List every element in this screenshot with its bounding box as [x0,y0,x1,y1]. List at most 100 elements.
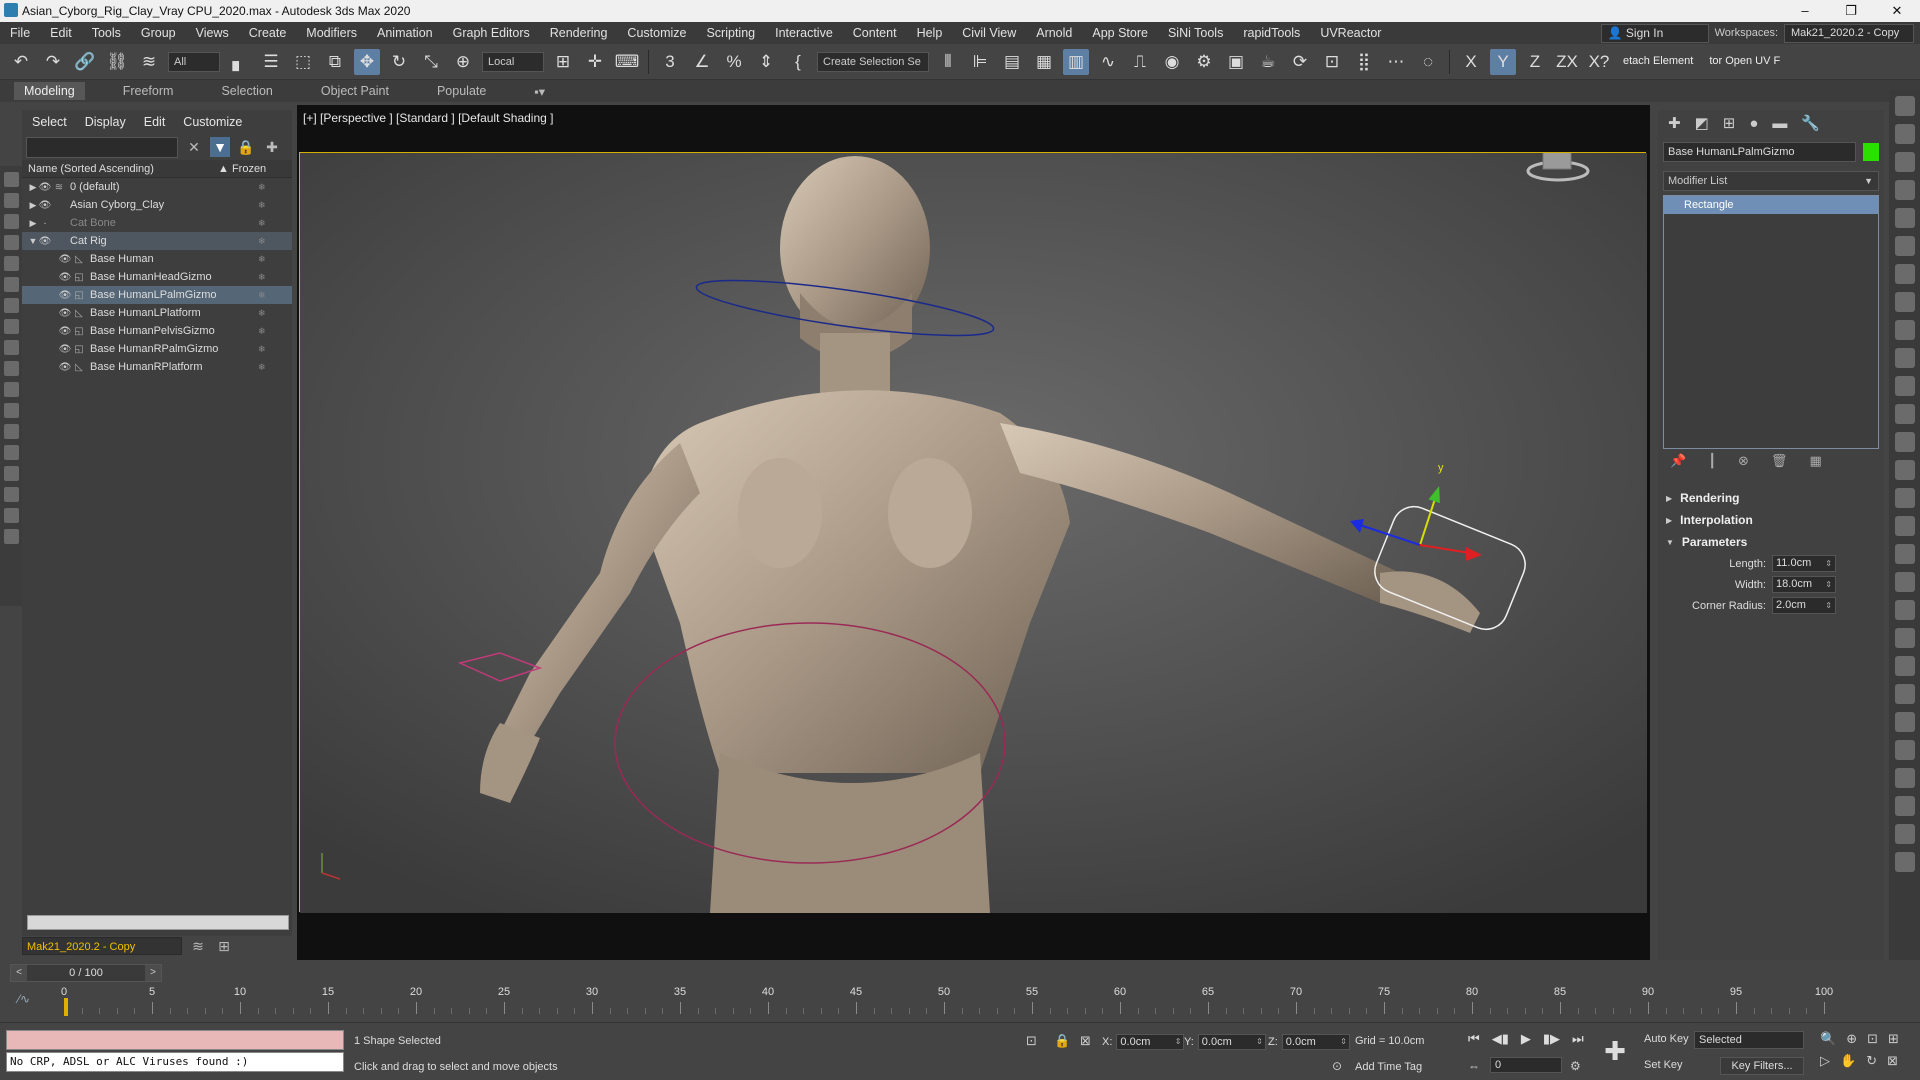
eye-icon[interactable]: 👁 [58,362,72,373]
scene-horizontal-scrollbar[interactable] [27,915,289,930]
menu-create[interactable]: Create [239,22,297,44]
add-time-tag[interactable]: Add Time Tag [1355,1061,1422,1073]
object-color-swatch[interactable] [1863,143,1879,161]
axis-zx-button[interactable]: ZX [1554,49,1580,75]
display-frozen-icon[interactable] [3,382,19,397]
sign-in-dropdown[interactable]: 👤 Sign In [1600,23,1709,43]
current-frame-field[interactable]: 0 [1490,1057,1562,1073]
link-icon[interactable]: 🔗 [72,49,98,75]
redo-icon[interactable]: ↷ [40,49,66,75]
axis-y-button[interactable]: Y [1490,48,1516,75]
freeze-icon[interactable]: ❄ [258,200,266,211]
key-filters-button[interactable]: Key Filters... [1720,1057,1804,1075]
light-bulb-icon[interactable] [1894,236,1915,256]
menu-rapidtools[interactable]: rapidTools [1233,22,1310,44]
schematic-view-icon[interactable]: ⎍ [1127,49,1153,75]
render-icon[interactable] [1894,152,1915,172]
modifier-list-dropdown[interactable]: Modifier List ▼ [1663,171,1879,191]
curve-editor-icon[interactable]: ∿ [1095,49,1121,75]
freeze-icon[interactable]: ❄ [258,272,266,283]
tree-row-base-human[interactable]: 👁 ◺ Base Human ❄ [22,250,292,268]
hair-icon[interactable] [1894,684,1915,704]
cone-icon[interactable] [1894,460,1915,480]
auto-key-button[interactable]: Auto Key [1644,1033,1689,1045]
dome-icon[interactable] [1894,376,1915,396]
coord-y-field[interactable]: 0.0cm ⇕ [1197,1034,1266,1050]
select-scale-icon[interactable]: ⤡ [418,49,444,75]
scene-menu-select[interactable]: Select [32,115,67,129]
display-helpers-icon[interactable] [3,256,19,271]
display-hidden-icon[interactable] [3,403,19,418]
display-all-icon[interactable] [3,424,19,439]
globe-icon[interactable] [1894,628,1915,648]
tree-row-cat-bone[interactable]: ▶ · Cat Bone ❄ [22,214,292,232]
spinner-snap-icon[interactable]: ⇕ [753,49,779,75]
time-slider[interactable]: < 0 / 100 > [10,964,162,982]
material-library-icon[interactable] [1894,768,1915,788]
angle-snap-icon[interactable]: ∠ [689,49,715,75]
unlink-icon[interactable]: ⛓ [104,49,130,75]
layer-dropdown[interactable]: Mak21_2020.2 - Copy [22,937,182,955]
motion-tab-icon[interactable]: ● [1749,115,1758,132]
expand-arrow-icon[interactable]: ▶ [28,218,38,229]
tree-row-cat-rig[interactable]: ▼ 👁 Cat Rig ❄ [22,232,292,250]
toggle-ribbon-icon[interactable]: ▦ [1031,49,1057,75]
show-end-result-icon[interactable]: ┃ [1708,453,1716,469]
display-groups-icon[interactable] [3,298,19,313]
axis-xy-button[interactable]: X? [1586,49,1612,75]
prev-key-icon[interactable]: ◀▮ [1492,1031,1509,1047]
open-uv-button[interactable]: tor Open UV F [1704,52,1785,72]
teapot-icon[interactable] [1894,96,1915,116]
close-button[interactable]: ✕ [1874,0,1920,22]
rollout-interpolation[interactable]: ▶ Interpolation [1658,509,1884,531]
goto-start-icon[interactable]: ⏮ [1468,1031,1480,1047]
select-by-name-icon[interactable]: ☰ [258,49,284,75]
tree-row-lpalm-gizmo[interactable]: 👁 ◱ Base HumanLPalmGizmo ❄ [22,286,292,304]
tab-freeform[interactable]: Freeform [113,82,184,100]
object-name-field[interactable]: Base HumanLPalmGizmo [1663,142,1879,162]
freeze-icon[interactable]: ❄ [258,182,266,193]
help-icon[interactable] [1894,852,1915,872]
width-spinner[interactable]: 18.0cm ⇕ [1772,576,1836,593]
menu-file[interactable]: File [0,22,40,44]
tree-row-rplatform[interactable]: 👁 ◺ Base HumanRPlatform ❄ [22,358,292,376]
spinner-arrows-icon[interactable]: ⇕ [1340,1035,1347,1049]
hierarchy-tab-icon[interactable]: ⊞ [1723,114,1736,132]
selection-lock-icon[interactable]: 🔒 [1054,1033,1070,1049]
key-mode-dropdown[interactable]: Selected [1694,1031,1804,1049]
scene-menu-display[interactable]: Display [85,115,126,129]
menu-group[interactable]: Group [131,22,186,44]
mesh-icon[interactable] [1894,600,1915,620]
mirror-icon[interactable]: ⫴ [935,49,961,75]
tab-selection[interactable]: Selection [211,82,282,100]
play-icon[interactable]: ▶ [1521,1031,1531,1047]
keyboard-shortcut-icon[interactable]: ⌨ [614,49,640,75]
maxscript-output[interactable]: No CRP, ADSL or ALC Viruses found :) [6,1052,344,1072]
display-bones-icon[interactable] [3,340,19,355]
axis-x-button[interactable]: X [1458,49,1484,75]
filter-icon[interactable] [3,487,19,502]
percent-snap-icon[interactable]: % [721,49,747,75]
render-production-icon[interactable]: ☕ [1255,49,1281,75]
sphere-icon[interactable] [1894,404,1915,424]
menu-tools[interactable]: Tools [82,22,131,44]
ball-icon[interactable] [1894,516,1915,536]
isolate-selection-icon[interactable]: ⊡ [1026,1033,1037,1049]
restore-button[interactable]: ❐ [1828,0,1874,22]
eye-icon[interactable]: 👁 [38,236,52,247]
distribute-icon[interactable]: ⋯ [1383,49,1409,75]
display-geometry-icon[interactable] [3,172,19,187]
length-spinner[interactable]: 11.0cm ⇕ [1772,555,1836,572]
align-icon[interactable]: ⊫ [967,49,993,75]
layer-explorer-toggle-icon[interactable]: ≋ [188,936,208,956]
eye-hidden-icon[interactable]: · [38,218,52,229]
detach-element-button[interactable]: etach Element [1618,52,1698,72]
select-manipulate-icon[interactable]: ✛ [582,49,608,75]
material-editor-icon[interactable]: ◉ [1159,49,1185,75]
hierarchy-toggle-icon[interactable]: ⊞ [214,936,234,956]
timeline-ruler[interactable]: 0 5 10 15 20 25 30 35 40 45 50 55 60 65 70 75 80 85 90 95 10… [58,986,1838,1018]
tree-row-asian-cyborg[interactable]: ▶ 👁 Asian Cyborg_Clay ❄ [22,196,292,214]
layer-explorer-icon[interactable]: ▤ [999,49,1025,75]
zoom-icon[interactable]: 🔍 [1820,1031,1836,1047]
corner-radius-spinner[interactable]: 2.0cm ⇕ [1772,597,1836,614]
